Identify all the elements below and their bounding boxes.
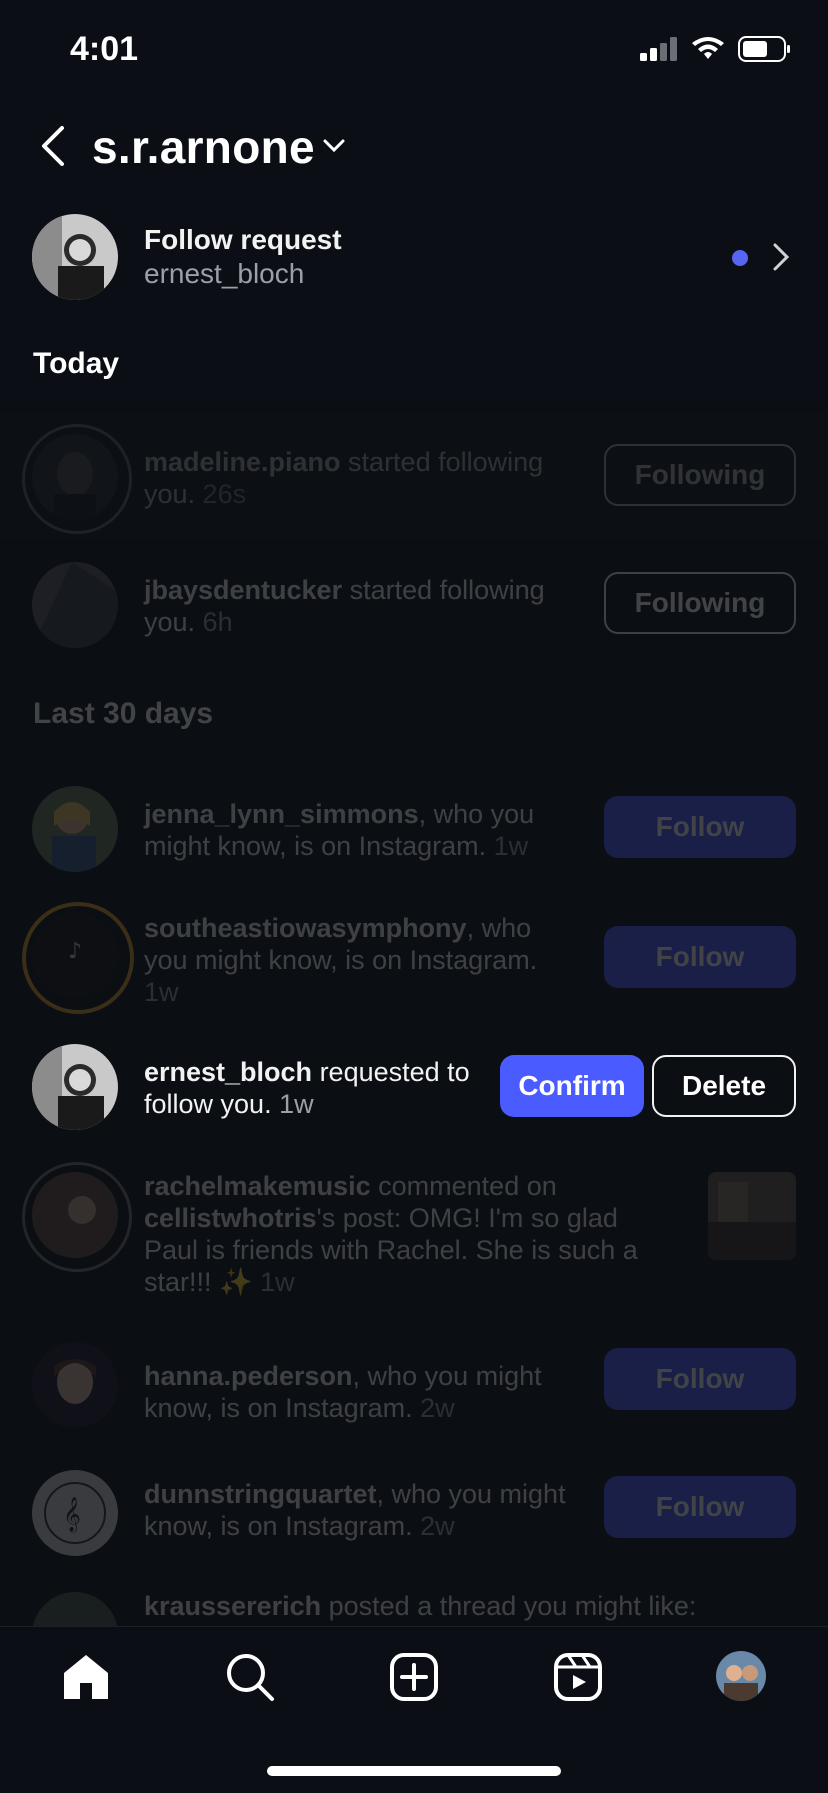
chevron-right-icon [773,243,790,271]
section-today: Today [33,347,120,380]
notification-username[interactable]: hanna.pederson [144,1361,353,1391]
avatar [32,1342,118,1428]
status-icons [640,36,792,62]
notification-text: commented on [370,1171,557,1201]
unread-dot [732,250,748,266]
notification-text: posted a thread you might like: [321,1591,697,1621]
notification-time: 6h [195,607,233,637]
follow-button[interactable]: Follow [604,1348,796,1410]
home-icon[interactable] [58,1649,114,1705]
section-last-30-days: Last 30 days [33,697,214,730]
home-indicator [267,1766,561,1776]
notification-time: 1w [144,977,179,1007]
avatar [32,786,118,872]
list-item[interactable]: ♪ southeastiowasymphony, who you might k… [0,896,828,1016]
list-item[interactable]: rachelmakemusic commented on cellistwhot… [0,1160,828,1300]
avatar [32,1172,118,1258]
follow-request-label: Follow request [144,224,342,255]
notification-username[interactable]: jenna_lynn_simmons [144,799,419,829]
back-arrow-icon[interactable] [38,124,68,168]
confirm-button[interactable]: Confirm [500,1055,644,1117]
list-item[interactable]: jenna_lynn_simmons, who you might know, … [0,780,828,880]
avatar: 𝄞 [32,1470,118,1556]
list-item[interactable]: 𝄞 dunnstringquartet, who you might know,… [0,1462,828,1572]
notification-username[interactable]: southeastiowasymphony [144,913,467,943]
account-title[interactable]: s.r.arnone [92,120,315,174]
notification-time: 1w [252,1267,295,1297]
notification-time: 2w [412,1393,455,1423]
following-button[interactable]: Following [604,572,796,634]
svg-text:𝄞: 𝄞 [63,1497,81,1533]
create-icon[interactable] [386,1649,442,1705]
follow-button[interactable]: Follow [604,796,796,858]
chevron-down-icon[interactable] [322,138,346,154]
status-bar: 4:01 [0,0,828,100]
follow-request-username: ernest_bloch [144,258,305,289]
search-icon[interactable] [222,1649,278,1705]
notification-username[interactable]: dunnstringquartet [144,1479,376,1509]
highlight-band [0,412,828,540]
list-item[interactable]: hanna.pederson, who you might know, is o… [0,1334,828,1444]
signal-icon [640,37,677,61]
avatar [32,562,118,648]
notification-time: 1w [271,1089,314,1119]
notification-username[interactable]: kraussererich [144,1591,321,1621]
avatar: ♪ [32,912,118,998]
follow-requests-row[interactable]: Follow request ernest_bloch [0,212,828,302]
focused-follow-request-item[interactable]: ernest_bloch requested to follow you. 1w… [0,1032,828,1142]
notification-time: 1w [486,831,529,861]
delete-button[interactable]: Delete [652,1055,796,1117]
notification-username[interactable]: ernest_bloch [144,1057,312,1087]
avatar [32,214,118,300]
profile-avatar[interactable] [716,1651,766,1701]
header: s.r.arnone [0,110,828,190]
svg-text:♪: ♪ [68,939,82,964]
list-item[interactable]: jbaysdentucker started following you. 6h… [0,548,828,660]
battery-icon [738,36,790,62]
avatar [32,1044,118,1130]
mention-username[interactable]: cellistwhotris [144,1203,317,1233]
status-time: 4:01 [70,30,139,68]
reels-icon[interactable] [550,1649,606,1705]
notification-username[interactable]: rachelmakemusic [144,1171,371,1201]
list-item[interactable]: kraussererich posted a thread you might … [0,1590,828,1678]
follow-button[interactable]: Follow [604,926,796,988]
follow-button[interactable]: Follow [604,1476,796,1538]
notification-username[interactable]: jbaysdentucker [144,575,342,605]
notification-time: 2w [412,1511,455,1541]
wifi-icon [692,37,724,59]
post-thumbnail[interactable] [708,1172,796,1260]
